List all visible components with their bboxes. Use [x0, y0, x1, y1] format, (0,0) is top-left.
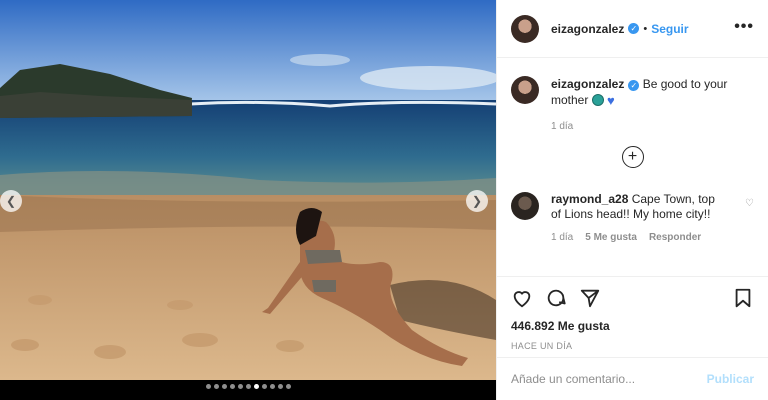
like-heart-icon[interactable]	[511, 287, 533, 309]
instagram-post: ❮ ❯ eizagonzalez ✓ • Seguir ••• eizagonz…	[0, 0, 768, 400]
chevron-left-icon: ❮	[5, 194, 17, 208]
carousel-dot[interactable]	[205, 384, 211, 389]
header-separator: •	[643, 22, 648, 35]
carousel-dot[interactable]	[277, 384, 283, 389]
carousel-dot[interactable]	[253, 384, 259, 389]
add-comment-bar: Publicar	[497, 357, 768, 400]
carousel-dots	[0, 384, 496, 389]
carousel-dot[interactable]	[261, 384, 267, 389]
post-actions: 446.892 Me gusta HACE UN DÍA	[497, 276, 768, 351]
commenter-avatar[interactable]	[511, 192, 539, 220]
carousel-dot[interactable]	[221, 384, 227, 389]
likes-count[interactable]: 446.892 Me gusta	[511, 319, 754, 333]
caption-username[interactable]: eizagonzalez	[551, 77, 624, 91]
carousel-dot[interactable]	[269, 384, 275, 389]
carousel-dot[interactable]	[213, 384, 219, 389]
comment-time[interactable]: 1 día	[551, 232, 573, 243]
more-options-icon[interactable]: •••	[734, 18, 754, 36]
next-image-button[interactable]: ❯	[466, 190, 488, 212]
comment-likes[interactable]: 5 Me gusta	[585, 232, 637, 243]
globe-emoji-icon	[591, 94, 604, 106]
publish-button[interactable]: Publicar	[707, 372, 754, 386]
author-avatar[interactable]	[511, 14, 539, 43]
previous-image-button[interactable]: ❮	[0, 190, 22, 212]
load-more-comments-button[interactable]: +	[621, 146, 644, 168]
comment-bubble-icon[interactable]	[545, 287, 567, 309]
author-username[interactable]: eizagonzalez	[551, 22, 624, 36]
chevron-right-icon: ❯	[471, 194, 483, 208]
blue-heart-emoji-icon: ♥	[607, 93, 615, 108]
plus-circle-icon: +	[627, 148, 638, 165]
post-sidebar: eizagonzalez ✓ • Seguir ••• eizagonzalez…	[496, 0, 768, 400]
post-caption: eizagonzalez ✓ Be good to your mother ♥	[511, 76, 754, 109]
post-timestamp: HACE UN DÍA	[511, 341, 573, 351]
post-header: eizagonzalez ✓ • Seguir •••	[497, 0, 768, 58]
comments-section: eizagonzalez ✓ Be good to your mother ♥ 1…	[497, 58, 768, 276]
commenter-username[interactable]: raymond_a28	[551, 192, 628, 206]
post-media: ❮ ❯	[0, 0, 496, 400]
reply-button[interactable]: Responder	[649, 232, 701, 243]
carousel-dot[interactable]	[229, 384, 235, 389]
comment-item: raymond_a28 Cape Town, top of Lions head…	[511, 192, 754, 222]
carousel-dot[interactable]	[237, 384, 243, 389]
comment-meta: 1 día 5 Me gusta Responder	[551, 232, 754, 243]
post-photo[interactable]	[0, 0, 496, 380]
comment-input[interactable]	[511, 372, 707, 386]
share-paper-plane-icon[interactable]	[579, 287, 601, 309]
carousel-dot[interactable]	[285, 384, 291, 389]
follow-button[interactable]: Seguir	[651, 22, 688, 36]
verified-badge-icon: ✓	[628, 23, 640, 34]
save-bookmark-icon[interactable]	[732, 287, 754, 309]
caption-time[interactable]: 1 día	[551, 121, 754, 132]
caption-author-avatar[interactable]	[511, 76, 539, 104]
carousel-dot[interactable]	[245, 384, 251, 389]
comment-like-heart-icon[interactable]: ♡	[745, 198, 754, 209]
verified-badge-icon: ✓	[628, 80, 640, 91]
